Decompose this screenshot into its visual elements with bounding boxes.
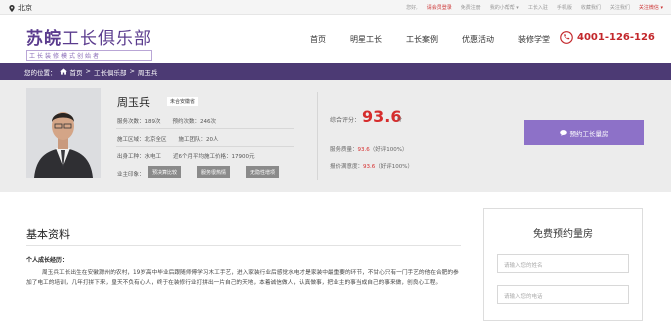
vertical-divider bbox=[317, 92, 318, 180]
service-quality: 服务质量：93.6（好评100%） bbox=[330, 145, 408, 153]
divider bbox=[116, 128, 294, 129]
logo-tagline: 工长装修模式创始者 bbox=[26, 50, 152, 61]
score-label: 综合评分： bbox=[330, 117, 361, 124]
location-pin-icon bbox=[9, 4, 15, 12]
book-measurement-button[interactable]: 预约工长量房 bbox=[524, 120, 644, 145]
favorite-link[interactable]: 收藏我们 bbox=[581, 4, 601, 11]
breadcrumb-sep: > bbox=[85, 67, 91, 75]
top-links: 您好, 请会员登录 免费注册 我的小帮帮 ▾ 工长入驻 手机版 收藏我们 关注我… bbox=[406, 4, 663, 11]
trade-origin: 出身工种：水电工 bbox=[117, 154, 162, 160]
breadcrumb-prefix: 您的位置： bbox=[24, 69, 57, 77]
logo-main: 苏皖 bbox=[26, 29, 62, 49]
site-logo[interactable]: 苏皖 工长俱乐部 工长装修模式创始者 bbox=[26, 24, 152, 61]
city-selector[interactable]: 北京 bbox=[9, 3, 32, 13]
section-divider bbox=[26, 245, 461, 246]
nav-foreman-cases[interactable]: 工长案例 bbox=[406, 34, 438, 45]
impression-tag: 预决算比较 bbox=[148, 166, 182, 178]
region-row: 施工区域：北京全区 施工团队：20人 bbox=[117, 135, 219, 143]
service-count: 服务次数：189次 bbox=[117, 119, 161, 125]
quality-value: 93.6 bbox=[357, 147, 370, 153]
city-label: 北京 bbox=[18, 4, 32, 12]
satisfaction-label: 报价满意度： bbox=[330, 164, 364, 170]
name-input[interactable]: 请输入您的姓名 bbox=[497, 254, 629, 273]
main-nav: 首页 明星工长 工长案例 优惠活动 装修学堂 bbox=[310, 34, 574, 45]
wechat-link[interactable]: 关注微信 ▾ bbox=[639, 4, 663, 11]
chat-icon bbox=[559, 129, 567, 136]
trade-row: 出身工种：水电工 近6个月平均施工价格：17900元 bbox=[117, 152, 255, 160]
breadcrumb: 您的位置： 首页 > 工长俱乐部 > 周玉兵 bbox=[0, 63, 671, 80]
region-badge: 未合安徽省 bbox=[167, 97, 199, 106]
work-team: 施工团队：20人 bbox=[178, 137, 219, 143]
nav-star-foreman[interactable]: 明星工长 bbox=[350, 34, 382, 45]
phone-icon bbox=[560, 31, 573, 44]
nav-promotions[interactable]: 优惠活动 bbox=[462, 34, 494, 45]
work-region: 施工区域：北京全区 bbox=[117, 137, 167, 143]
score-unit: 分 bbox=[397, 117, 403, 123]
nav-school[interactable]: 装修学堂 bbox=[518, 34, 550, 45]
foreman-join-link[interactable]: 工长入驻 bbox=[528, 4, 548, 11]
form-title: 免费预约量房 bbox=[533, 229, 593, 240]
impression-tag: 服务很热情 bbox=[197, 166, 231, 178]
stats-row: 服务次数：189次 预约次数：246次 bbox=[117, 117, 216, 125]
quality-note: （好评100%） bbox=[369, 147, 408, 153]
experience-label: 个人成长经历： bbox=[26, 257, 69, 264]
bio-paragraph: 周玉兵工长出生在安徽滁州的农村，19岁高中毕业后跟随师傅学习木工手艺，进入家装行… bbox=[26, 270, 459, 286]
logo-sub-main: 工长俱乐部 bbox=[62, 29, 152, 49]
foreman-portrait-image bbox=[26, 88, 101, 178]
satisfaction-value: 93.6 bbox=[363, 164, 376, 170]
quality-label: 服务质量： bbox=[330, 147, 358, 153]
my-account-link[interactable]: 我的小帮帮 ▾ bbox=[490, 4, 519, 11]
tags-label: 业主印象： bbox=[117, 172, 145, 178]
breadcrumb-sep: > bbox=[129, 67, 135, 75]
register-link[interactable]: 免费注册 bbox=[461, 4, 481, 11]
satisfaction-note: （好评100%） bbox=[375, 164, 413, 170]
breadcrumb-current: 周玉兵 bbox=[137, 69, 158, 77]
overall-score: 93.6 bbox=[362, 107, 402, 126]
mobile-link[interactable]: 手机版 bbox=[557, 4, 572, 11]
booking-form: 免费预约量房 请输入您的姓名 请输入您的电话 bbox=[483, 208, 643, 321]
price-satisfaction: 报价满意度：93.6（好评100%） bbox=[330, 162, 413, 170]
phone-number: 4001-126-126 bbox=[577, 32, 655, 43]
foreman-name: 周玉兵 bbox=[117, 96, 150, 109]
top-bar: 北京 您好, 请会员登录 免费注册 我的小帮帮 ▾ 工长入驻 手机版 收藏我们 … bbox=[0, 0, 671, 15]
site-header: 苏皖 工长俱乐部 工长装修模式创始者 首页 明星工长 工长案例 优惠活动 装修学… bbox=[0, 15, 671, 63]
greeting: 您好, bbox=[406, 5, 418, 11]
breadcrumb-home[interactable]: 首页 bbox=[70, 67, 83, 80]
impression-tag: 无隐性增项 bbox=[246, 166, 280, 178]
breadcrumb-club[interactable]: 工长俱乐部 bbox=[94, 67, 127, 80]
book-button-label: 预约工长量房 bbox=[569, 129, 609, 138]
login-link[interactable]: 请会员登录 bbox=[427, 4, 452, 11]
foreman-photo bbox=[26, 88, 101, 178]
phone-input[interactable]: 请输入您的电话 bbox=[497, 285, 629, 304]
foreman-profile-panel: 周玉兵 未合安徽省 服务次数：189次 预约次数：246次 施工区域：北京全区 … bbox=[0, 80, 671, 192]
section-title: 基本资料 bbox=[26, 228, 70, 241]
logo-text: 苏皖 工长俱乐部 bbox=[26, 24, 152, 49]
divider bbox=[116, 146, 294, 147]
booking-count: 预约次数：246次 bbox=[172, 119, 217, 125]
average-price: 近6个月平均施工价格：17900元 bbox=[173, 154, 255, 160]
home-icon bbox=[59, 68, 67, 75]
follow-link[interactable]: 关注我们 bbox=[610, 4, 630, 11]
hotline: 4001-126-126 bbox=[560, 31, 655, 44]
nav-home[interactable]: 首页 bbox=[310, 34, 326, 45]
